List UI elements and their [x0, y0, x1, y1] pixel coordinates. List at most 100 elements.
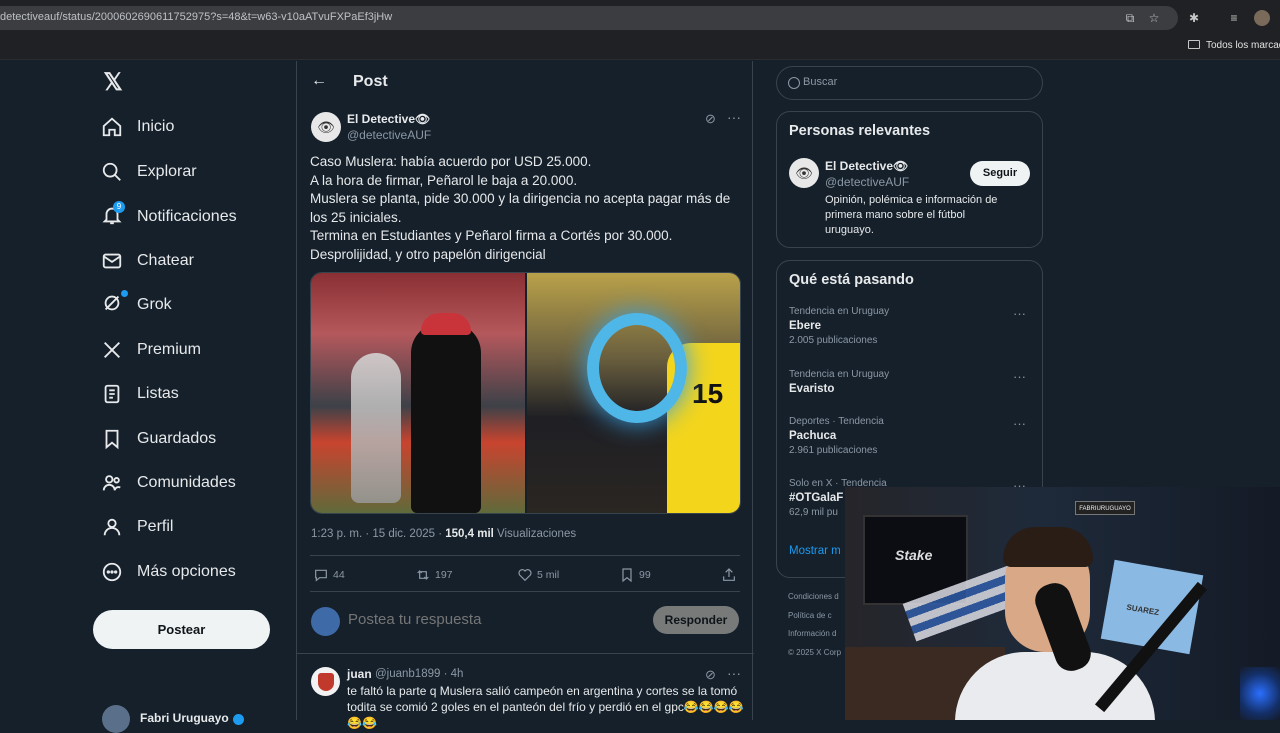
- back-arrow-icon[interactable]: ←: [311, 72, 327, 90]
- grok-new-dot: [121, 289, 128, 297]
- browser-toolbar: detectiveauf/status/2000602690611752975?…: [0, 0, 1280, 36]
- tweet-author-name[interactable]: El Detective👁: [347, 112, 430, 126]
- more-options-icon[interactable]: ···: [727, 665, 741, 681]
- tweet-line: Termina en Estudiantes y Peñarol firma a…: [310, 228, 673, 244]
- install-app-icon[interactable]: ⧉: [1122, 10, 1138, 26]
- notification-badge: 9: [113, 200, 125, 213]
- repost-action[interactable]: 197: [415, 567, 453, 583]
- sidebar-item-label: Grok: [137, 296, 172, 313]
- repost-icon: [417, 570, 429, 580]
- search-input[interactable]: [803, 76, 1023, 88]
- relevant-user-handle[interactable]: @detectiveAUF: [825, 175, 909, 189]
- tweet-line: Muslera se planta, pide 30.000 y la diri…: [310, 191, 731, 207]
- sidebar-item-grok[interactable]: Grok: [94, 287, 172, 323]
- tweet-image-right[interactable]: 15: [527, 273, 740, 513]
- sidebar-item-inicio[interactable]: Inicio: [94, 109, 174, 145]
- main-column: ← Post 👁 El Detective👁 @detectiveAUF ⊘ ·…: [296, 61, 754, 730]
- eye-icon: 👁: [317, 118, 335, 135]
- person-icon: [103, 518, 121, 536]
- people-icon: [102, 475, 121, 491]
- page-title: Post: [353, 73, 388, 90]
- reply-line: te faltó la parte q Muslera salió campeó…: [347, 684, 738, 698]
- footer-link[interactable]: Política de c: [788, 607, 841, 626]
- more-circle-icon: [102, 562, 122, 582]
- sidebar-item-chatear[interactable]: Chatear: [94, 243, 194, 279]
- reply-author[interactable]: juan: [347, 667, 372, 681]
- divider: [297, 653, 754, 654]
- home-icon: [102, 117, 122, 137]
- jersey-number: 15: [692, 378, 724, 409]
- trend-context: Tendencia en Uruguay: [789, 369, 890, 380]
- trend-item[interactable]: Deportes · Tendencia Pachuca 2.961 publi…: [789, 416, 1032, 456]
- tweet-text: Caso Muslera: había acuerdo por USD 25.0…: [310, 153, 740, 265]
- sidebar-item-perfil[interactable]: Perfil: [94, 509, 173, 545]
- trend-context: Deportes · Tendencia: [789, 416, 884, 427]
- trend-context: Tendencia en Uruguay: [789, 306, 890, 317]
- follow-button[interactable]: Seguir: [970, 161, 1030, 186]
- sidebar-item-label: Inicio: [137, 118, 175, 135]
- media-control-icon[interactable]: ≡: [1226, 10, 1242, 26]
- tweet-media[interactable]: 15: [310, 272, 741, 514]
- trend-item[interactable]: Tendencia en Uruguay Evaristo ···: [789, 369, 1032, 395]
- more-options-icon[interactable]: ···: [1013, 306, 1026, 321]
- show-more-link[interactable]: Mostrar m: [789, 545, 841, 557]
- bio-line: primera mano sobre el fútbol: [825, 209, 966, 221]
- more-options-icon[interactable]: ···: [727, 109, 741, 125]
- trophy: [351, 353, 401, 503]
- sidebar-item-label: Perfil: [137, 518, 174, 535]
- sidebar-item-notificaciones[interactable]: 9 Notificaciones: [94, 199, 237, 235]
- url-text[interactable]: detectiveauf/status/2000602690611752975?…: [0, 11, 392, 23]
- avatar[interactable]: 👁: [311, 112, 341, 142]
- reply-author-name: juan: [347, 667, 372, 681]
- all-bookmarks-folder[interactable]: Todos los marcado: [1188, 40, 1280, 51]
- trend-name: Ebere: [789, 320, 821, 332]
- sidebar-item-comunidades[interactable]: Comunidades: [94, 465, 236, 501]
- trend-count: 2.961 publicaciones: [789, 445, 878, 456]
- avatar[interactable]: 👁: [789, 158, 819, 188]
- streamer-hair: [1003, 527, 1093, 567]
- sidebar-item-label: Guardados: [137, 430, 217, 447]
- trend-name: Evaristo: [789, 383, 835, 395]
- search-box[interactable]: [776, 66, 1043, 100]
- reply-input[interactable]: [348, 611, 638, 628]
- tweet-timestamp[interactable]: 1:23 p. m. · 15 dic. 2025 ·: [311, 528, 445, 540]
- share-action[interactable]: [721, 567, 741, 583]
- grok-icon[interactable]: ⊘: [705, 111, 716, 127]
- profile-avatar[interactable]: [1254, 10, 1270, 26]
- reply-author-handle[interactable]: @juanb1899 · 4h: [375, 668, 463, 680]
- address-bar[interactable]: detectiveauf/status/2000602690611752975?…: [0, 6, 1178, 30]
- x-icon: [104, 342, 120, 358]
- avatar: [102, 705, 130, 733]
- sidebar-item-mas-opciones[interactable]: Más opciones: [94, 554, 236, 590]
- footer-link[interactable]: Condiciones d: [788, 588, 841, 607]
- avatar[interactable]: [311, 667, 340, 696]
- sidebar-item-listas[interactable]: Listas: [94, 376, 179, 412]
- divider: [310, 555, 740, 556]
- like-action[interactable]: 5 mil: [517, 567, 559, 583]
- sidebar-item-guardados[interactable]: Guardados: [94, 421, 216, 457]
- reply-action[interactable]: 44: [313, 567, 345, 583]
- sidebar-item-premium[interactable]: Premium: [94, 332, 201, 368]
- sidebar-item-label: Explorar: [137, 163, 197, 180]
- reply-button[interactable]: Responder: [653, 606, 739, 634]
- panel-title: Personas relevantes: [789, 123, 931, 139]
- grok-icon[interactable]: ⊘: [705, 667, 716, 683]
- grok-icon: [104, 295, 120, 310]
- sidebar-item-label: Notificaciones: [137, 208, 237, 225]
- relevant-user-name[interactable]: El Detective👁: [825, 159, 908, 173]
- avatar: [311, 607, 340, 636]
- account-switcher[interactable]: Fabri Uruguayo: [102, 705, 244, 733]
- more-options-icon[interactable]: ···: [1013, 369, 1026, 384]
- more-options-icon[interactable]: ···: [1013, 416, 1026, 431]
- webcam-sign: FABRIURUGUAYO: [1075, 501, 1135, 515]
- tweet-image-left[interactable]: [311, 273, 525, 513]
- bookmark-action[interactable]: 99: [619, 567, 651, 583]
- footer-link[interactable]: Información d: [788, 625, 841, 644]
- x-logo-icon[interactable]: 𝕏: [101, 71, 125, 95]
- star-icon[interactable]: ☆: [1146, 10, 1162, 26]
- extensions-icon[interactable]: ✱: [1186, 10, 1202, 26]
- sidebar-item-explorar[interactable]: Explorar: [94, 154, 197, 190]
- post-button[interactable]: Postear: [93, 610, 270, 649]
- trend-item[interactable]: Tendencia en Uruguay Ebere 2.005 publica…: [789, 306, 1032, 346]
- tweet-author-handle[interactable]: @detectiveAUF: [347, 128, 431, 142]
